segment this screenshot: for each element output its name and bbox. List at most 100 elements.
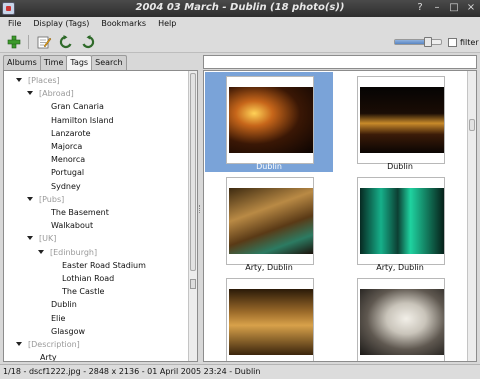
expand-arrow-icon[interactable] xyxy=(16,78,22,82)
tree-item[interactable]: [Pubs] xyxy=(27,193,64,206)
thumbnail-item[interactable]: Arty, Dublin xyxy=(205,173,333,273)
thumbnail-scrollbar[interactable] xyxy=(467,71,476,361)
expand-arrow-icon[interactable] xyxy=(38,250,44,254)
filter-checkbox[interactable] xyxy=(448,38,457,47)
tree-item[interactable]: [UK] xyxy=(27,232,56,245)
thumbnail-frame xyxy=(226,76,314,164)
thumbnail-frame xyxy=(357,278,445,361)
tree-item-label: Hamilton Island xyxy=(51,116,114,125)
expand-arrow-icon[interactable] xyxy=(16,342,22,346)
expand-arrow-icon[interactable] xyxy=(27,236,33,240)
tree-item-label: Lanzarote xyxy=(51,129,91,138)
thumbnail-grid: Dublin Dublin Arty, Dublin Arty, Dublin xyxy=(203,70,477,362)
panel-splitter[interactable] xyxy=(199,70,202,362)
tree-item-label: Gran Canaria xyxy=(51,102,104,111)
tree-item[interactable]: Hamilton Island xyxy=(51,114,114,127)
tree-item[interactable]: [Description] xyxy=(16,338,80,351)
tree-item-label: The Castle xyxy=(62,287,105,296)
zoom-slider[interactable] xyxy=(394,37,442,47)
menu-display[interactable]: Display (Tags) xyxy=(25,17,93,31)
photo-thumbnail xyxy=(229,87,313,153)
maximize-button[interactable]: □ xyxy=(447,1,461,15)
rotate-left-icon[interactable] xyxy=(58,34,74,50)
thumbnail-item[interactable]: Dublin xyxy=(336,72,464,172)
tree-item[interactable]: Dublin xyxy=(51,298,77,311)
thumbnail-caption: Arty, Dublin xyxy=(245,263,293,272)
tab-tags[interactable]: Tags xyxy=(66,55,93,71)
tree-item[interactable]: [Places] xyxy=(16,74,60,87)
tree-item[interactable]: [Edinburgh] xyxy=(38,246,97,259)
thumbnail-frame xyxy=(226,177,314,265)
tree-item-label: Menorca xyxy=(51,155,86,164)
search-input[interactable] xyxy=(203,55,477,69)
thumbnail-caption: Dublin xyxy=(256,162,282,171)
tree-item-label: [Description] xyxy=(28,340,80,349)
status-bar: 1/18 - dscf1222.jpg - 2848 x 2136 - 01 A… xyxy=(0,364,480,379)
menu-file[interactable]: File xyxy=(0,17,25,31)
help-window-button[interactable]: ? xyxy=(413,1,427,15)
tree-item-label: Dublin xyxy=(51,300,77,309)
tree-item[interactable]: Portugal xyxy=(51,166,84,179)
minimize-button[interactable]: – xyxy=(430,1,444,15)
tree-item-label: [Abroad] xyxy=(39,89,74,98)
expand-arrow-icon[interactable] xyxy=(27,197,33,201)
tree-item-label: Elie xyxy=(51,314,66,323)
filter-label: filter xyxy=(460,38,479,47)
photo-thumbnail xyxy=(360,188,444,254)
tree-item-label: [Edinburgh] xyxy=(50,248,98,257)
splitter-grip[interactable] xyxy=(199,205,202,213)
photo-thumbnail xyxy=(229,188,313,254)
tree-scroll-grip[interactable] xyxy=(190,279,196,289)
tree-item[interactable]: The Basement xyxy=(51,206,109,219)
tree-item[interactable]: Walkabout xyxy=(51,219,93,232)
tree-scrollbar[interactable] xyxy=(188,71,197,361)
tree-item[interactable]: Lanzarote xyxy=(51,127,91,140)
tree-item-label: Walkabout xyxy=(51,221,94,230)
menu-bookmarks[interactable]: Bookmarks xyxy=(93,17,150,31)
rotate-right-icon[interactable] xyxy=(80,34,96,50)
tree-item[interactable]: Menorca xyxy=(51,153,85,166)
tree-item[interactable]: The Castle xyxy=(62,285,104,298)
tab-time[interactable]: Time xyxy=(39,55,68,70)
tree-item[interactable]: [Abroad] xyxy=(27,87,74,100)
tree-item[interactable]: Elie xyxy=(51,312,65,325)
edit-icon[interactable] xyxy=(36,34,52,50)
title-bar[interactable]: 2004 03 March - Dublin (18 photo(s)) ? –… xyxy=(0,0,480,17)
tree-item[interactable]: Arty xyxy=(40,351,57,362)
tree-item-label: Easter Road Stadium xyxy=(62,261,146,270)
photo-thumbnail xyxy=(360,87,444,153)
tree-item[interactable]: Majorca xyxy=(51,140,82,153)
thumbnail-caption: Arty, Dublin xyxy=(376,263,424,272)
tree-item-label: Sydney xyxy=(51,182,81,191)
thumbnail-item[interactable] xyxy=(205,274,333,361)
expand-arrow-icon[interactable] xyxy=(27,91,33,95)
thumbnail-item[interactable]: Arty, Dublin xyxy=(336,173,464,273)
thumbnail-item[interactable]: Dublin xyxy=(205,72,333,172)
tree-item-label: The Basement xyxy=(51,208,109,217)
plus-icon[interactable] xyxy=(6,34,22,50)
tab-search[interactable]: Search xyxy=(91,55,127,70)
tree-item[interactable]: Easter Road Stadium xyxy=(62,259,146,272)
tree-item-label: Arty xyxy=(40,353,57,362)
sidebar-tabs: Albums Time Tags Search xyxy=(3,55,127,71)
tab-albums[interactable]: Albums xyxy=(3,55,41,70)
zoom-slider-handle[interactable] xyxy=(424,37,432,47)
tree-item[interactable]: Lothian Road xyxy=(62,272,114,285)
close-button[interactable]: × xyxy=(464,1,478,15)
tree-item-label: Portugal xyxy=(51,168,85,177)
thumbnail-frame xyxy=(357,177,445,265)
tree-item-label: [UK] xyxy=(39,234,57,243)
tree-scrollbar-thumb[interactable] xyxy=(190,73,196,271)
tree-item[interactable]: Glasgow xyxy=(51,325,85,338)
tree-item[interactable]: Sydney xyxy=(51,180,81,193)
photo-thumbnail xyxy=(229,289,313,355)
menu-help[interactable]: Help xyxy=(150,17,180,31)
tree-item-label: Lothian Road xyxy=(62,274,115,283)
thumbnail-frame xyxy=(226,278,314,361)
app-window: 2004 03 March - Dublin (18 photo(s)) ? –… xyxy=(0,0,480,379)
thumbnail-scrollbar-thumb[interactable] xyxy=(469,119,475,131)
photo-thumbnail xyxy=(360,289,444,355)
thumbnail-item[interactable] xyxy=(336,274,464,361)
tree-item[interactable]: Gran Canaria xyxy=(51,100,104,113)
menu-bar: File Display (Tags) Bookmarks Help xyxy=(0,17,480,31)
